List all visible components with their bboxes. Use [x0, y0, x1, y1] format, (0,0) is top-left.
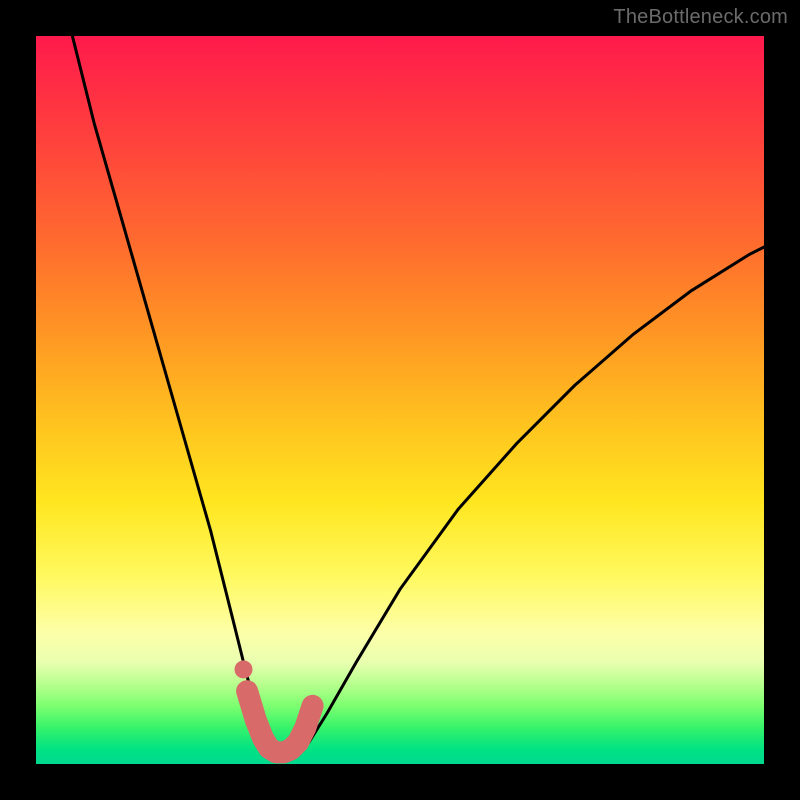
- highlight-dot: [235, 660, 253, 678]
- plot-area: [36, 36, 764, 764]
- curve-svg: [36, 36, 764, 764]
- watermark-text: TheBottleneck.com: [613, 6, 788, 29]
- bottleneck-curve: [72, 36, 764, 755]
- chart-frame: TheBottleneck.com: [0, 0, 800, 800]
- highlight-band: [247, 691, 313, 752]
